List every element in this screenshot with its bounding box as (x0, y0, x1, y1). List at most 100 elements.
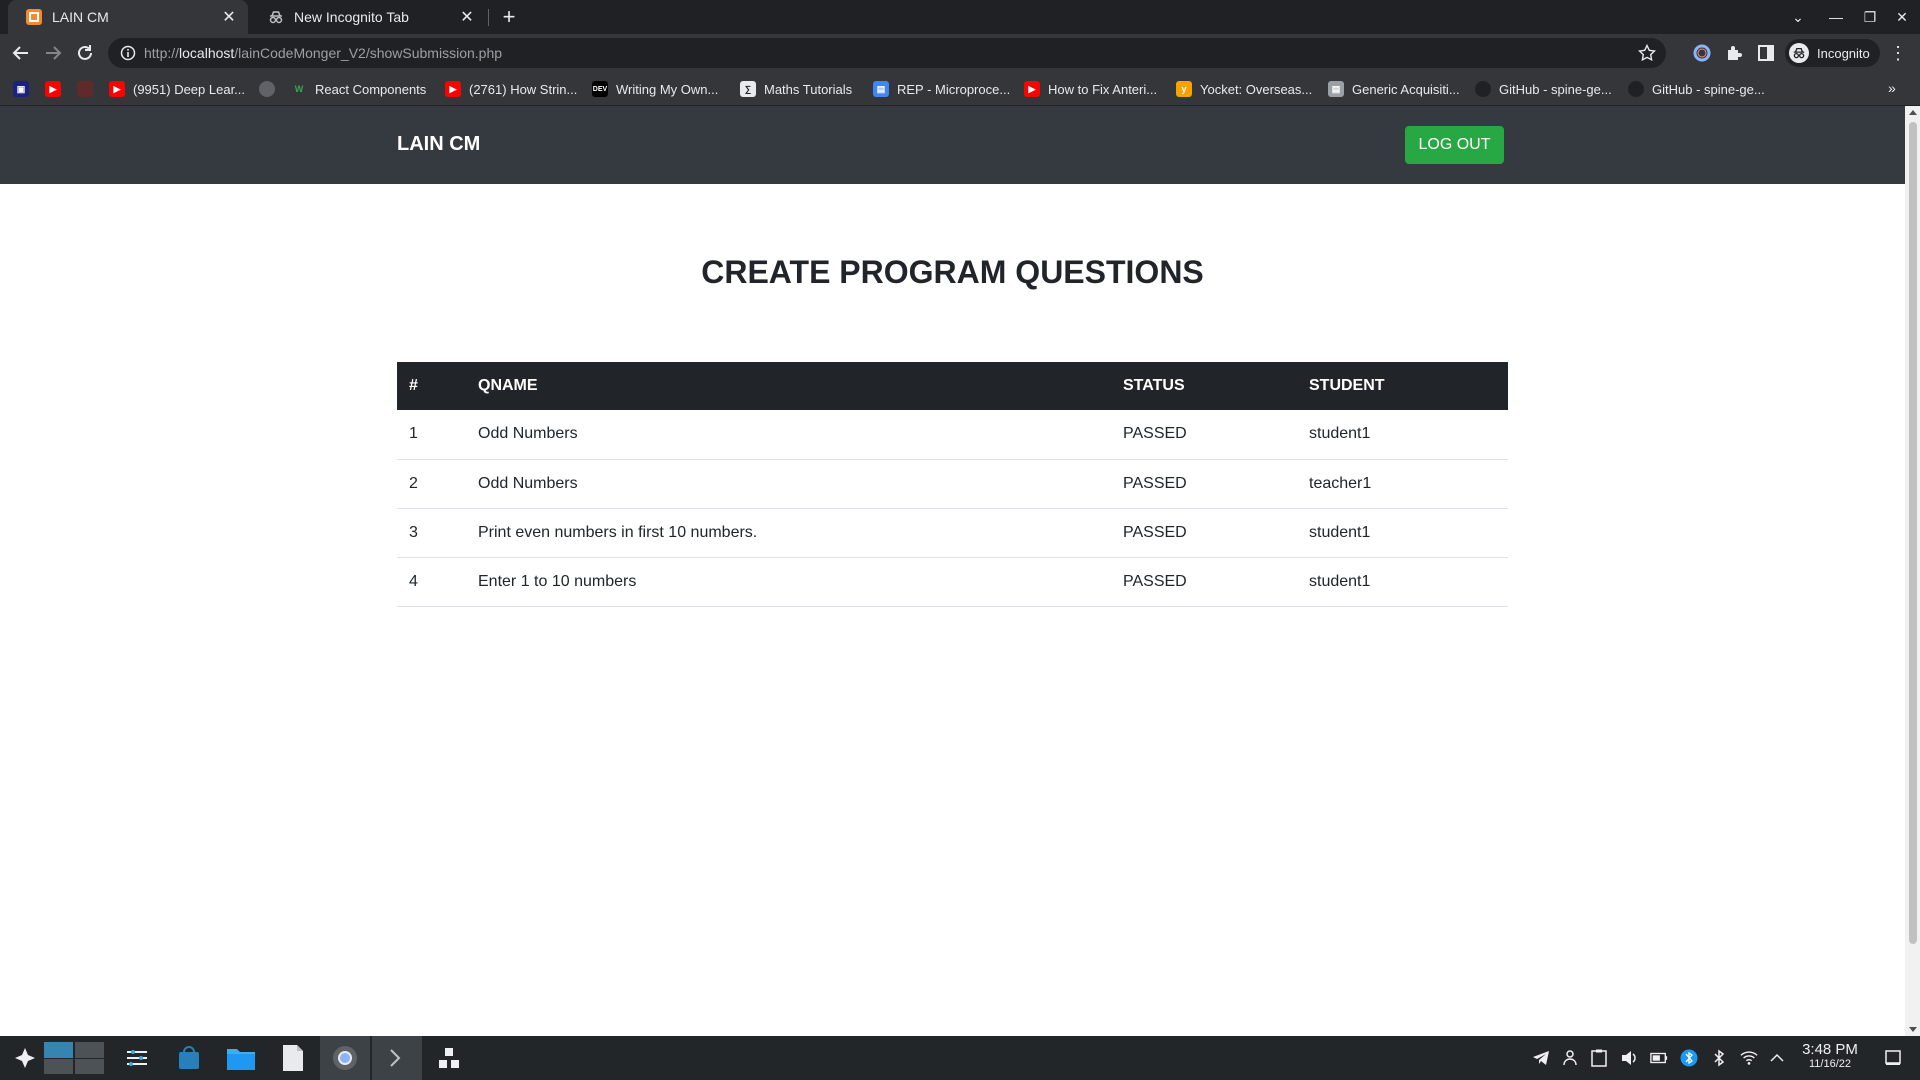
cell-number: 1 (397, 410, 466, 460)
cell-status: PASSED (1111, 508, 1297, 558)
show-desktop-icon[interactable] (1884, 1049, 1902, 1067)
bookmark-item[interactable]: W React Components (291, 79, 427, 99)
bookmarks-overflow-icon[interactable]: » (1888, 80, 1896, 96)
battery-icon[interactable] (1650, 1049, 1668, 1067)
scroll-up-icon[interactable] (1909, 110, 1917, 115)
bookmark-label: How to Fix Anteri... (1048, 81, 1158, 97)
bookmark-star-icon[interactable] (1638, 44, 1656, 62)
volume-icon[interactable] (1620, 1049, 1638, 1067)
globe-icon (259, 81, 275, 97)
reload-icon[interactable] (71, 39, 99, 67)
user-status-icon[interactable] (1562, 1049, 1580, 1067)
bookmark-item[interactable]: ▤ REP - Microproce... (873, 79, 1010, 99)
minimize-icon[interactable]: — (1822, 6, 1850, 28)
scroll-down-icon[interactable] (1909, 1027, 1917, 1032)
header-qname: QNAME (478, 377, 538, 394)
system-clock[interactable]: 3:48 PM 11/16/22 (1795, 1041, 1865, 1070)
discover-store-icon[interactable] (164, 1036, 214, 1080)
os-taskbar: 3:48 PM 11/16/22 (0, 1036, 1920, 1080)
youtube-icon: ▶ (109, 81, 125, 97)
extensions-puzzle-icon[interactable] (1724, 43, 1744, 63)
bookmark-item[interactable]: ▶ How to Fix Anteri... (1024, 79, 1157, 99)
restore-icon[interactable]: ❐ (1856, 6, 1884, 28)
wifi-icon[interactable] (1740, 1049, 1758, 1067)
tray-expand-icon[interactable] (1768, 1049, 1786, 1067)
dev-tools-icon: ▣ (13, 81, 29, 97)
cell-number: 4 (397, 557, 466, 607)
bookmark-item[interactable]: ▶ (45, 79, 69, 99)
bookmark-label: Writing My Own... (616, 81, 719, 97)
forward-icon[interactable] (39, 39, 67, 67)
cell-number: 3 (397, 508, 466, 558)
bookmark-item[interactable] (77, 79, 101, 99)
terminal-icon[interactable] (372, 1036, 422, 1080)
cell-qname: Print even numbers in first 10 numbers. (466, 508, 1111, 558)
bookmark-item[interactable]: ▤ Generic Acquisiti... (1328, 79, 1460, 99)
text-editor-icon[interactable] (268, 1036, 318, 1080)
close-tab-icon[interactable]: ✕ (218, 6, 240, 28)
side-panel-icon[interactable] (1756, 43, 1776, 63)
page-scrollbar[interactable] (1905, 106, 1920, 1036)
back-icon[interactable] (7, 39, 35, 67)
bookmark-item[interactable]: GitHub - spine-ge... (1628, 79, 1765, 99)
bluetooth-icon[interactable] (1710, 1049, 1728, 1067)
cell-student: teacher1 (1297, 459, 1508, 509)
bookmark-label: Yocket: Overseas... (1200, 81, 1313, 97)
file-manager-icon[interactable] (216, 1036, 266, 1080)
github-icon (1475, 81, 1491, 97)
cell-number: 2 (397, 459, 466, 509)
chrome-taskbar-icon[interactable] (320, 1036, 370, 1080)
bookmark-item[interactable]: ∑ Maths Tutorials (740, 79, 852, 99)
browser-menu-icon[interactable]: ⋮ (1888, 43, 1908, 63)
brand-logo[interactable]: LAIN CM (397, 133, 480, 156)
bluetooth-active-icon[interactable] (1680, 1049, 1698, 1067)
incognito-icon (268, 9, 284, 25)
bookmark-item[interactable]: ▶ (2761) How Strin... (445, 79, 577, 99)
virtual-desktop-pager[interactable] (42, 1036, 106, 1080)
bookmark-label: (2761) How Strin... (469, 81, 578, 97)
tab-title: New Incognito Tab (294, 9, 409, 25)
cell-status: PASSED (1111, 459, 1297, 509)
bookmark-item[interactable]: GitHub - spine-ge... (1475, 79, 1612, 99)
close-window-icon[interactable]: ✕ (1888, 6, 1916, 28)
bookmark-item[interactable]: ▶ (9951) Deep Lear... (109, 79, 245, 99)
page-title: CREATE PROGRAM QUESTIONS (701, 254, 1204, 290)
tab-strip: LAIN CM ✕ New Incognito Tab ✕ + ⌄ — ❐ ✕ (0, 0, 1920, 34)
bookmark-item[interactable]: ▣ (13, 79, 37, 99)
close-tab-icon[interactable]: ✕ (456, 6, 478, 28)
doc-icon: ▤ (873, 81, 889, 97)
clipboard-icon[interactable] (1590, 1049, 1608, 1067)
site-info-icon[interactable] (120, 45, 136, 61)
profile-label: Incognito (1817, 45, 1870, 61)
yocket-icon: y (1176, 81, 1192, 97)
tab-separator (488, 9, 489, 26)
new-tab-icon[interactable]: + (496, 4, 522, 30)
clock-date: 11/16/22 (1808, 1058, 1851, 1070)
tab-search-icon[interactable]: ⌄ (1784, 6, 1812, 28)
table-row: 3 Print even numbers in first 10 numbers… (397, 508, 1508, 558)
system-settings-icon[interactable] (112, 1036, 162, 1080)
logout-button[interactable]: LOG OUT (1405, 126, 1504, 164)
math-icon: ∑ (740, 81, 756, 97)
bookmark-item[interactable]: y Yocket: Overseas... (1176, 79, 1312, 99)
header-status: STATUS (1123, 377, 1185, 394)
table-row: 2 Odd Numbers PASSED teacher1 (397, 459, 1508, 509)
scrollbar-thumb[interactable] (1909, 122, 1917, 944)
bookmark-item[interactable]: DEV Writing My Own... (592, 79, 718, 99)
show-desktop-grid-icon[interactable] (424, 1036, 474, 1080)
telegram-icon[interactable] (1532, 1049, 1550, 1067)
clock-time: 3:48 PM (1802, 1041, 1858, 1058)
extension-colorful-icon[interactable] (1692, 43, 1712, 63)
cell-qname: Enter 1 to 10 numbers (466, 557, 1111, 607)
bookmark-label: Generic Acquisiti... (1352, 81, 1460, 97)
app-favicon-icon (26, 9, 42, 25)
bookmark-item[interactable] (259, 79, 283, 99)
table-row: 4 Enter 1 to 10 numbers PASSED student1 (397, 557, 1508, 607)
tab-lain-cm[interactable]: LAIN CM ✕ (8, 0, 248, 34)
submissions-table: # QNAME STATUS STUDENT 1 Odd Numbers PAS… (397, 362, 1508, 607)
youtube-icon: ▶ (1024, 81, 1040, 97)
tab-new-incognito[interactable]: New Incognito Tab ✕ (250, 0, 486, 34)
address-bar[interactable]: http://localhost/lainCodeMonger_V2/showS… (108, 38, 1666, 68)
incognito-profile-button[interactable]: Incognito (1785, 39, 1880, 67)
incognito-avatar-icon (1789, 43, 1809, 63)
